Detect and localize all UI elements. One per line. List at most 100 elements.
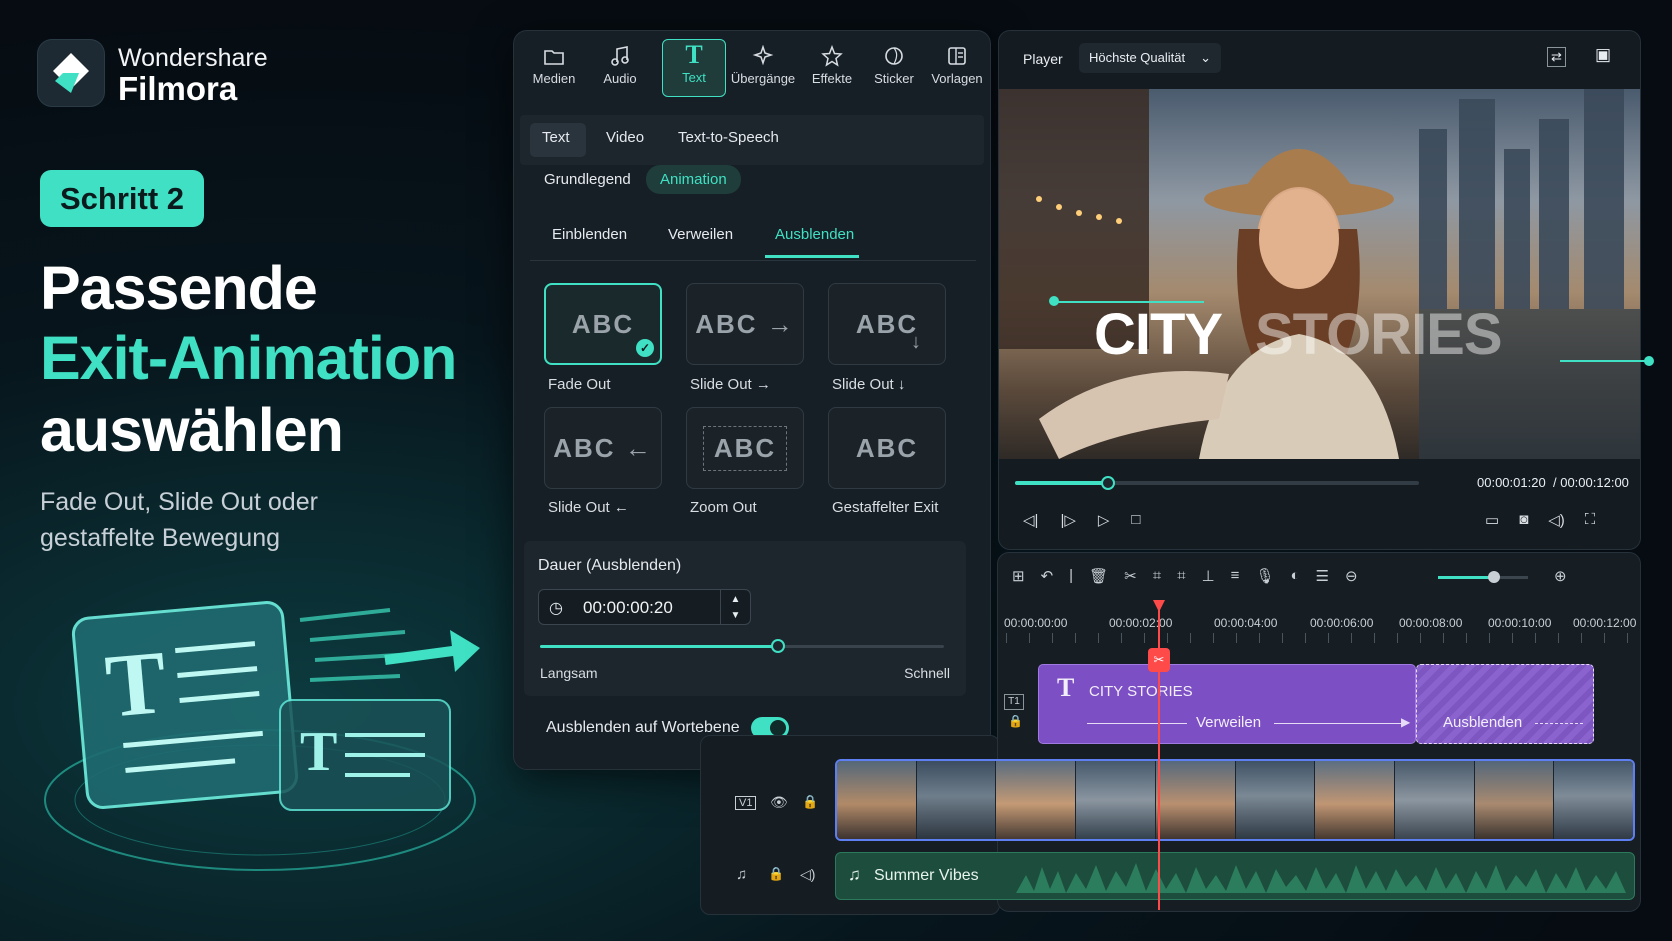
speed-fast-label: Schnell [904,665,950,681]
ruler-label: 00:00:00:00 [1004,616,1068,630]
audio-volume-icon[interactable]: ◁) [800,866,815,883]
tab-video[interactable]: Video [606,129,644,146]
zoom-in-icon[interactable]: ⊕ [1554,567,1567,585]
music-icon [609,41,631,71]
undo-icon[interactable]: ↶ [1041,567,1054,585]
crop2-icon[interactable]: ⌗ [1177,567,1185,585]
animtab-in[interactable]: Einblenden [552,226,627,243]
text-editor-panel: Medien Audio T Text Übergänge Effekte Sti… [513,30,991,770]
text-clip-icon: T [1057,673,1075,702]
playback-knob[interactable] [1100,476,1115,490]
toolbar-transitions[interactable]: Übergänge [728,41,798,86]
animtab-loop[interactable]: Verweilen [668,226,733,243]
clock-icon: ◷ [549,600,563,617]
anim-card-staggered[interactable]: ABC [828,407,946,489]
anim-card-fade-out[interactable]: ABC ✓ [544,283,662,365]
audio-track-icon: ♫ [736,866,748,883]
filmora-logo [38,40,104,106]
color-icon[interactable]: ◐ [1290,567,1299,585]
toolbar-text[interactable]: T Text [662,39,726,97]
camera-icon[interactable]: ◙ [1519,511,1528,529]
list-icon[interactable]: ≡ [1231,567,1240,585]
panel-tabs: Text Video Text-to-Speech [520,115,984,165]
zoom-slider[interactable] [1438,571,1528,583]
toolbar-templates[interactable]: Vorlagen [925,41,989,86]
tab-tts[interactable]: Text-to-Speech [678,129,779,146]
crop-icon[interactable]: ⌗ [1153,567,1161,585]
brand-line2: Filmora [118,70,238,107]
mic-icon[interactable]: 🎙 [1255,567,1274,585]
monitor-icon[interactable]: ▭ [1485,511,1499,529]
animtab-out[interactable]: Ausblenden [775,226,854,243]
tab-text[interactable]: Text [542,129,570,146]
volume-icon[interactable]: ◁) [1548,511,1565,529]
text-icon: T [685,40,703,69]
exit-segment-label: Ausblenden [1443,714,1523,731]
toolbar-sticker[interactable]: Sticker [862,41,926,86]
template-icon [946,41,968,71]
video-clip[interactable] [835,759,1635,841]
fullscreen-icon[interactable]: ⛶ [1585,511,1596,529]
decorative-text-illustration: T T [30,580,530,900]
step-badge: Schritt 2 [40,170,205,227]
speed-slider[interactable] [540,639,944,653]
anim-card-zoom-out[interactable]: ABC [686,407,804,489]
toolbar-media[interactable]: Medien [522,41,586,86]
subtab-basic[interactable]: Grundlegend [530,165,645,194]
sparkle-icon [821,41,843,71]
subtab-animation[interactable]: Animation [646,165,741,194]
speed-slider-knob[interactable] [771,639,786,653]
headline-line1: Passende [40,254,318,322]
anim-card-slide-left[interactable]: ABC ← [544,407,662,489]
stop-icon[interactable]: □ [1131,511,1140,529]
lock-icon[interactable]: 🔒 [1008,714,1023,728]
playback-fill [1015,481,1108,485]
duration-input[interactable]: ◷ 00:00:00:20 ▲ ▼ [538,589,751,625]
player-panel: Player Höchste Qualität ⌄ ⇄ ▣ CITY STORIE… [998,30,1641,550]
cut-icon[interactable]: ✂ [1124,567,1137,585]
eye-icon[interactable]: 👁 [770,794,788,811]
video-lock-icon[interactable]: 🔒 [802,794,818,810]
stepper-icon[interactable]: ▲ ▼ [720,590,750,624]
audio-clip[interactable]: ♫ Summer Vibes [835,852,1635,900]
toolbar-audio[interactable]: Audio [588,41,652,86]
check-icon: ✓ [636,339,654,357]
compare-icon[interactable]: ⇄ [1547,47,1566,67]
overlay-title-stories: STORIES [1255,302,1503,367]
ruler-label: 00:00:12:00 [1573,616,1637,630]
prev-frame-icon[interactable]: ◁| [1023,511,1038,529]
exit-animation-segment[interactable]: Ausblenden [1416,664,1594,744]
delete-icon[interactable]: 🗑 [1089,567,1108,585]
ruler-label: 00:00:04:00 [1214,616,1278,630]
music-note-icon: ♫ [848,865,861,884]
split-icon[interactable]: ⊥ [1202,567,1215,585]
subtitle-icon[interactable]: ☰ [1316,567,1329,585]
text-track-icon: T1 [1004,694,1024,710]
speed-slow-label: Langsam [540,665,598,681]
sticker-icon [883,41,905,71]
duration-label: Dauer (Ausblenden) [538,557,682,574]
text-clip[interactable]: T CITY STORIES Verweilen ▶ [1038,664,1416,744]
anim-label-zoom-out: Zoom Out [690,499,757,516]
anim-label-slide-right: Slide Out → [690,376,771,393]
svg-text:T: T [300,721,337,783]
audio-clip-title: Summer Vibes [874,867,979,884]
audio-lock-icon[interactable]: 🔒 [768,866,784,882]
image-icon[interactable]: ▣ [1595,45,1611,65]
quality-select[interactable]: Höchste Qualität ⌄ [1079,43,1221,73]
anim-card-slide-right[interactable]: ABC → [686,283,804,365]
zoom-out-icon[interactable]: ⊖ [1345,567,1358,585]
toolbar-effects[interactable]: Effekte [800,41,864,86]
overlay-guide-line [1054,301,1204,303]
anim-card-slide-down[interactable]: ABC ↓ [828,283,946,365]
playback-scrubber[interactable] [1015,476,1419,490]
split-scissors-icon[interactable]: ✂ [1148,648,1170,672]
layout-icon[interactable]: ⊞ [1012,567,1025,585]
headline-line3: auswählen [40,396,344,464]
ruler-label: 00:00:10:00 [1488,616,1552,630]
play-icon[interactable]: ▷ [1098,511,1110,529]
play-step-icon[interactable]: |▷ [1060,511,1075,529]
transition-icon [751,41,775,71]
brand-line1: Wondershare [118,44,268,72]
speed-slider-fill [540,645,779,648]
